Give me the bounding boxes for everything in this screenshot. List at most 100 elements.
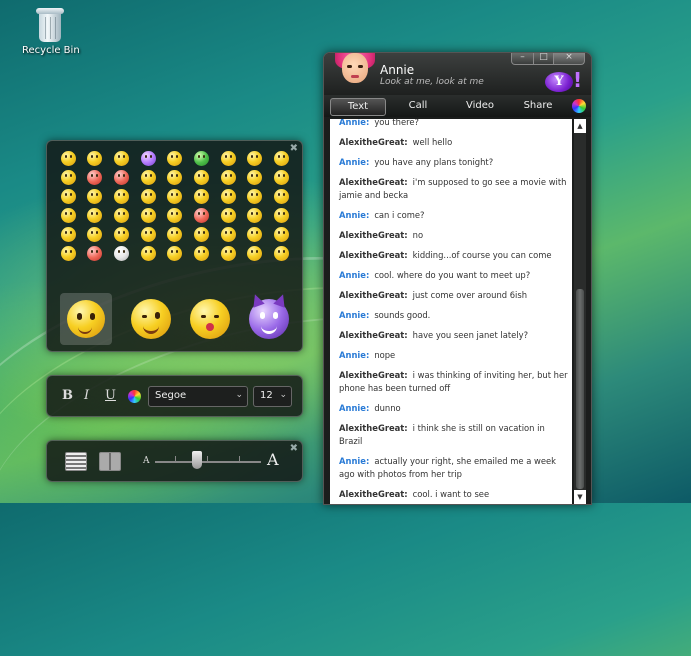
emoticon-icon[interactable] bbox=[87, 170, 103, 185]
underline-button[interactable]: U bbox=[105, 388, 116, 403]
bold-button[interactable]: B bbox=[62, 388, 73, 403]
emoticon-icon[interactable] bbox=[274, 227, 290, 242]
text-color-icon[interactable] bbox=[128, 390, 141, 403]
message-sender: Annie: bbox=[339, 456, 370, 466]
yahoo-logo: Y ! bbox=[545, 68, 582, 92]
emoticon-icon[interactable] bbox=[87, 227, 103, 242]
tab-text[interactable]: Text bbox=[330, 98, 386, 116]
emoticon-icon[interactable] bbox=[167, 189, 183, 204]
emoticon-icon[interactable] bbox=[247, 227, 263, 242]
chat-message: Annie: dunno bbox=[330, 399, 572, 419]
emoticon-icon[interactable] bbox=[220, 246, 236, 261]
emoticon-icon[interactable] bbox=[167, 151, 183, 166]
emoticon-icon[interactable] bbox=[60, 208, 76, 223]
emoticon-icon[interactable] bbox=[194, 246, 210, 261]
emoticon-icon[interactable] bbox=[194, 151, 210, 166]
chat-message: AlexitheGreat: i'm supposed to go see a m… bbox=[330, 173, 572, 206]
text-size-slider-track[interactable] bbox=[155, 461, 261, 463]
selected-emoticon-slot[interactable] bbox=[60, 292, 113, 345]
maximize-button[interactable]: □ bbox=[533, 53, 554, 65]
message-sender: AlexitheGreat: bbox=[339, 137, 408, 147]
emoticon-icon[interactable] bbox=[87, 208, 103, 223]
emoticon-icon[interactable] bbox=[247, 170, 263, 185]
chat-message: Annie: you there? bbox=[330, 119, 572, 133]
emoticon-icon[interactable] bbox=[60, 246, 76, 261]
message-text: can i come? bbox=[374, 210, 425, 220]
emoticon-icon[interactable] bbox=[87, 151, 103, 166]
emoticon-icon[interactable] bbox=[274, 189, 290, 204]
font-size-select[interactable]: 12 ⌄ bbox=[253, 386, 292, 407]
emoticon-icon[interactable] bbox=[247, 189, 263, 204]
emoticon-icon[interactable] bbox=[60, 170, 76, 185]
emoticon-icon[interactable] bbox=[167, 208, 183, 223]
emoticon-icon[interactable] bbox=[114, 227, 130, 242]
emoticon-icon[interactable] bbox=[194, 170, 210, 185]
emoticon-icon[interactable] bbox=[274, 151, 290, 166]
emoticon-icon[interactable] bbox=[274, 246, 290, 261]
emoticon-icon[interactable] bbox=[87, 246, 103, 261]
message-sender: AlexitheGreat: bbox=[339, 370, 408, 380]
message-sender: Annie: bbox=[339, 270, 370, 280]
message-text: well hello bbox=[412, 137, 453, 147]
devil-emoticon[interactable] bbox=[248, 291, 289, 339]
emoticon-icon[interactable] bbox=[114, 151, 130, 166]
emoticon-icon[interactable] bbox=[60, 189, 76, 204]
emoticon-icon[interactable] bbox=[220, 170, 236, 185]
emoticon-icon[interactable] bbox=[140, 189, 156, 204]
emoticon-icon[interactable] bbox=[220, 208, 236, 223]
formatting-toolbar: B I U Segoe ⌄ 12 ⌄ bbox=[46, 375, 303, 417]
tab-video[interactable]: Video bbox=[456, 98, 504, 114]
avatar[interactable] bbox=[333, 53, 377, 93]
tab-share[interactable]: Share bbox=[516, 98, 560, 114]
emoticon-icon[interactable] bbox=[220, 227, 236, 242]
recycle-bin-label: Recycle Bin bbox=[22, 45, 80, 56]
emoticon-icon[interactable] bbox=[194, 227, 210, 242]
chat-header: Annie Look at me, look at me – □ × Y ! bbox=[324, 53, 591, 95]
split-view-icon[interactable] bbox=[99, 452, 121, 471]
message-scrollbar[interactable]: ▲ ▼ bbox=[574, 119, 586, 504]
emoticon-icon[interactable] bbox=[220, 151, 236, 166]
emoticon-icon[interactable] bbox=[274, 208, 290, 223]
emoticon-icon[interactable] bbox=[60, 227, 76, 242]
scroll-up-icon[interactable]: ▲ bbox=[574, 119, 586, 133]
status-color-icon[interactable] bbox=[572, 99, 586, 113]
emoticon-icon[interactable] bbox=[274, 170, 290, 185]
list-view-icon[interactable] bbox=[65, 452, 87, 471]
minimize-button[interactable]: – bbox=[511, 53, 534, 65]
message-sender: AlexitheGreat: bbox=[339, 423, 408, 433]
text-size-slider-thumb[interactable] bbox=[192, 451, 203, 469]
emoticon-icon[interactable] bbox=[140, 246, 156, 261]
emoticon-icon[interactable] bbox=[60, 151, 76, 166]
desktop-icon-recycle-bin[interactable]: Recycle Bin bbox=[22, 8, 80, 56]
kissing-face-emoticon[interactable] bbox=[189, 298, 230, 339]
emoticon-icon[interactable] bbox=[87, 189, 103, 204]
emoticon-icon[interactable] bbox=[194, 189, 210, 204]
winking-face-emoticon[interactable] bbox=[131, 298, 172, 339]
emoticon-icon[interactable] bbox=[140, 227, 156, 242]
close-icon[interactable]: ✖ bbox=[290, 443, 298, 454]
emoticon-icon[interactable] bbox=[247, 151, 263, 166]
emoticon-icon[interactable] bbox=[220, 189, 236, 204]
emoticon-icon[interactable] bbox=[167, 246, 183, 261]
scroll-down-icon[interactable]: ▼ bbox=[574, 490, 586, 504]
scrollbar-thumb[interactable] bbox=[576, 289, 584, 489]
emoticon-icon[interactable] bbox=[140, 170, 156, 185]
message-text: just come over around 6ish bbox=[412, 290, 528, 300]
emoticon-icon[interactable] bbox=[114, 208, 130, 223]
text-size-large-label: A bbox=[267, 450, 279, 469]
emoticon-icon[interactable] bbox=[140, 208, 156, 223]
emoticon-icon[interactable] bbox=[114, 246, 130, 261]
italic-button[interactable]: I bbox=[84, 388, 89, 403]
emoticon-icon[interactable] bbox=[247, 208, 263, 223]
emoticon-icon[interactable] bbox=[247, 246, 263, 261]
font-family-select[interactable]: Segoe ⌄ bbox=[148, 386, 248, 407]
tab-call[interactable]: Call bbox=[396, 98, 440, 114]
emoticon-icon[interactable] bbox=[114, 189, 130, 204]
emoticon-grid bbox=[55, 151, 295, 261]
emoticon-icon[interactable] bbox=[194, 208, 210, 223]
close-button[interactable]: × bbox=[553, 53, 585, 65]
emoticon-icon[interactable] bbox=[114, 170, 130, 185]
emoticon-icon[interactable] bbox=[140, 151, 156, 166]
emoticon-icon[interactable] bbox=[167, 170, 183, 185]
emoticon-icon[interactable] bbox=[167, 227, 183, 242]
